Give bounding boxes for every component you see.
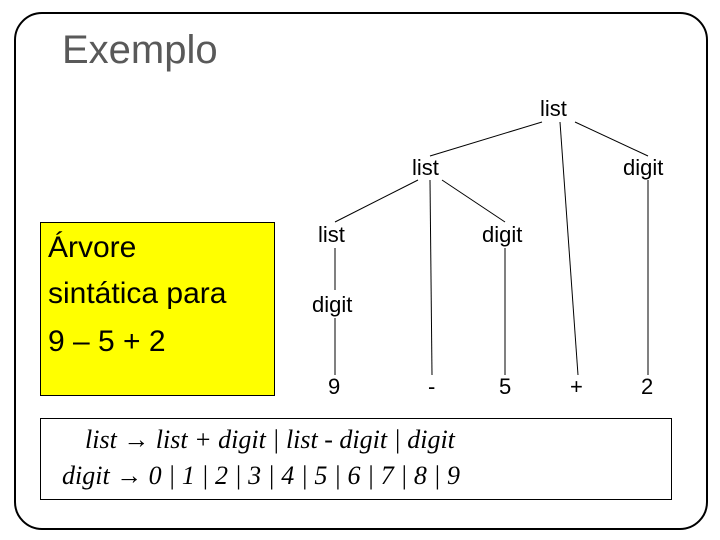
- tree-leaf-plus: +: [570, 374, 583, 400]
- tree-node-digit-left: digit: [312, 292, 352, 318]
- caption-line3: 9 – 5 + 2: [48, 326, 166, 358]
- tree-leaf-5: 5: [499, 374, 511, 400]
- tree-node-digit-right: digit: [623, 155, 663, 181]
- tree-node-digit-mid: digit: [482, 222, 522, 248]
- caption-line1: Árvore: [48, 232, 136, 264]
- caption-line2: sintática para: [48, 278, 226, 310]
- tree-node-list-2: list: [412, 155, 439, 181]
- grammar-rule1-lhs: list: [85, 425, 117, 454]
- grammar-rule2-rhs: 0 | 1 | 2 | 3 | 4 | 5 | 6 | 7 | 8 | 9: [149, 461, 460, 490]
- tree-leaf-minus: -: [428, 374, 435, 400]
- grammar-rule-2: digit → 0 | 1 | 2 | 3 | 4 | 5 | 6 | 7 | …: [62, 460, 460, 491]
- grammar-rule1-rhs: list + digit | list - digit | digit: [156, 425, 455, 454]
- tree-leaf-2: 2: [641, 374, 653, 400]
- grammar-rule2-lhs: digit: [62, 461, 110, 490]
- arrow-icon: →: [116, 460, 142, 490]
- grammar-rule-1: list → list + digit | list - digit | dig…: [85, 424, 455, 455]
- tree-node-root: list: [540, 96, 567, 122]
- tree-node-list-3: list: [318, 222, 345, 248]
- tree-leaf-9: 9: [328, 374, 340, 400]
- arrow-icon: →: [123, 424, 149, 454]
